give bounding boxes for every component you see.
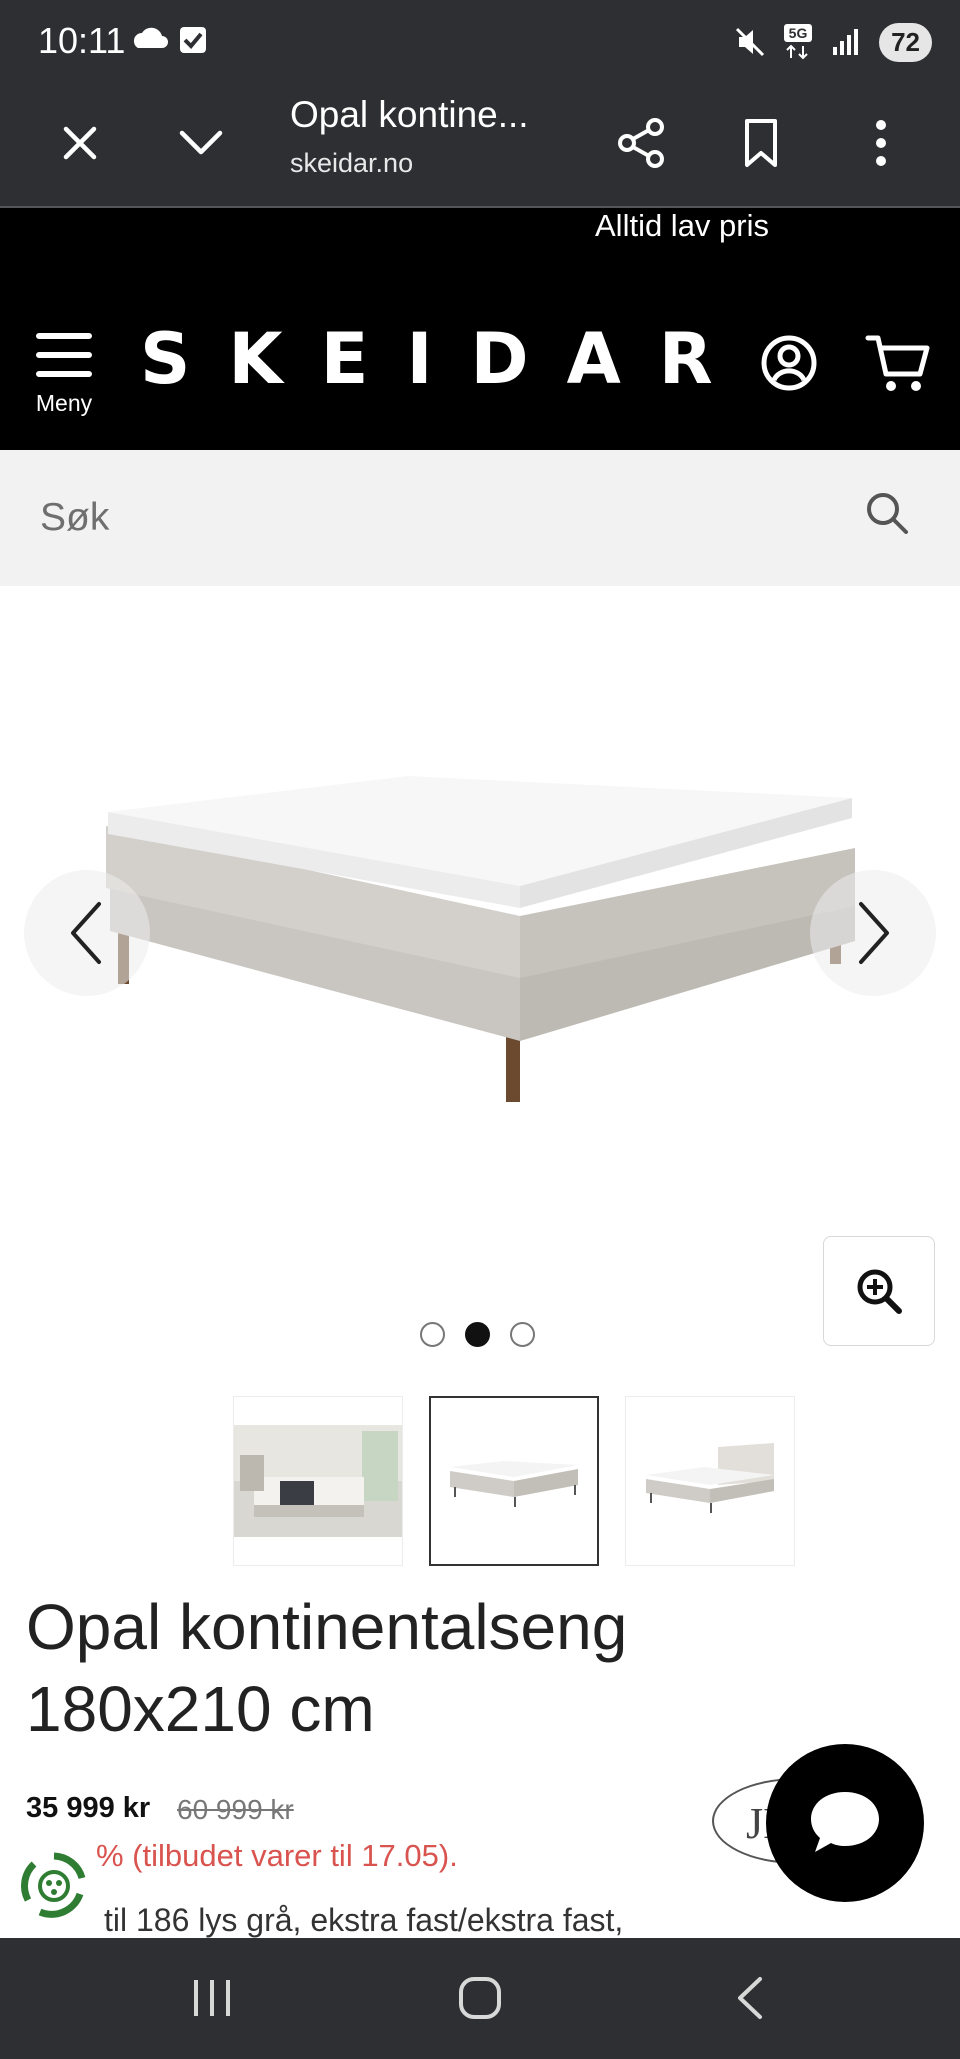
mute-icon xyxy=(736,27,765,57)
menu-label: Meny xyxy=(35,390,93,416)
carousel-dot[interactable] xyxy=(420,1322,445,1347)
thumbnail-continental-bed[interactable] xyxy=(429,1396,599,1566)
eco-badge[interactable] xyxy=(18,1850,90,1922)
cart-icon xyxy=(865,335,930,391)
product-price: 35 999 kr xyxy=(26,1792,151,1824)
next-image-button[interactable] xyxy=(810,870,936,996)
status-icons-right: 5G 72 xyxy=(733,20,932,64)
recents-icon xyxy=(194,1980,230,2016)
search-bar xyxy=(0,450,960,586)
status-icons-left xyxy=(132,24,212,63)
menu-button[interactable]: Meny xyxy=(26,330,102,420)
bed-thumbnail-image xyxy=(450,1461,578,1507)
share-icon xyxy=(618,118,664,168)
cart-button[interactable] xyxy=(864,328,934,398)
zoom-button[interactable] xyxy=(823,1236,935,1346)
product-old-price: 60 999 kr xyxy=(177,1794,294,1825)
minimize-button[interactable] xyxy=(166,108,236,178)
close-icon xyxy=(63,126,97,160)
battery-indicator: 72 xyxy=(879,22,932,62)
chat-button[interactable] xyxy=(766,1744,924,1902)
bookmark-icon xyxy=(745,119,777,167)
home-button[interactable] xyxy=(440,1968,520,2028)
status-time: 10:11 xyxy=(38,20,126,61)
promo-bar: Alltid lav pris xyxy=(0,208,960,268)
recycle-icon xyxy=(21,1852,86,1918)
bookmark-button[interactable] xyxy=(726,108,796,178)
thumbnail-strip xyxy=(233,1396,795,1566)
product-title: Opal kontinentalseng 180x210 cm xyxy=(26,1586,627,1750)
recents-button[interactable] xyxy=(172,1968,252,2028)
chevron-left-icon xyxy=(71,902,101,964)
svg-text:5G: 5G xyxy=(789,25,808,41)
bed-headboard-thumbnail-image xyxy=(646,1443,774,1513)
promo-text[interactable]: Alltid lav pris xyxy=(595,208,769,244)
hamburger-icon xyxy=(36,333,92,377)
search-button[interactable] xyxy=(862,488,912,543)
back-icon xyxy=(738,1977,762,2019)
site-header: Meny SKEIDAR xyxy=(0,268,960,450)
more-options-button[interactable] xyxy=(846,108,916,178)
chevron-down-icon xyxy=(179,130,223,155)
carousel-dots xyxy=(420,1322,535,1347)
search-icon xyxy=(867,493,908,534)
offer-text: % (tilbudet varer til 17.05). xyxy=(96,1838,458,1873)
account-icon xyxy=(761,335,817,391)
back-button[interactable] xyxy=(710,1968,790,2028)
product-title-line1: Opal kontinentalseng xyxy=(26,1591,628,1663)
thumbnail-bedroom[interactable] xyxy=(233,1396,403,1566)
zoom-in-icon xyxy=(857,1269,902,1314)
5g-icon: 5G xyxy=(784,24,813,60)
product-description: til 186 lys grå, ekstra fast/ekstra fast… xyxy=(104,1902,624,1938)
home-icon xyxy=(459,1977,501,2019)
account-button[interactable] xyxy=(754,328,824,398)
chevron-right-icon xyxy=(859,902,889,964)
status-bar: 10:11 5G 72 xyxy=(0,0,960,82)
product-gallery xyxy=(0,586,960,1386)
carousel-dot-active[interactable] xyxy=(465,1322,490,1347)
previous-image-button[interactable] xyxy=(24,870,150,996)
more-vert-icon xyxy=(876,120,886,166)
page-url[interactable]: skeidar.no xyxy=(290,148,413,179)
browser-toolbar: Opal kontine... skeidar.no xyxy=(0,82,960,208)
chat-bubble-icon xyxy=(811,1792,879,1852)
carousel-dot[interactable] xyxy=(510,1322,535,1347)
close-tab-button[interactable] xyxy=(45,108,115,178)
system-nav-bar xyxy=(0,1938,960,2059)
product-title-line2: 180x210 cm xyxy=(26,1673,375,1745)
signal-icon xyxy=(833,29,859,55)
bedroom-thumbnail-image xyxy=(234,1425,402,1537)
search-input[interactable] xyxy=(40,486,820,550)
cloud-icon xyxy=(133,27,206,53)
site-logo[interactable]: SKEIDAR xyxy=(140,318,751,400)
page-title[interactable]: Opal kontine... xyxy=(290,94,529,136)
thumbnail-bed-headboard[interactable] xyxy=(625,1396,795,1566)
share-button[interactable] xyxy=(606,108,676,178)
